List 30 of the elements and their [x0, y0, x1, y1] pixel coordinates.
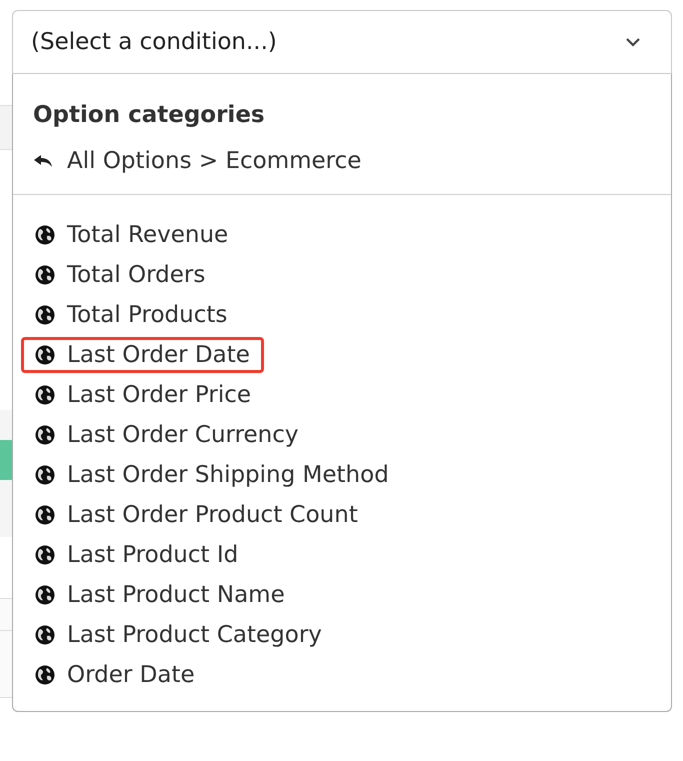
menu-item[interactable]: Last Order Shipping Method — [21, 457, 403, 493]
globe-icon — [35, 585, 55, 605]
menu-item[interactable]: Last Order Currency — [21, 417, 313, 453]
chevron-down-icon — [625, 37, 641, 47]
globe-icon — [35, 225, 55, 245]
globe-icon — [35, 505, 55, 525]
globe-icon — [35, 425, 55, 445]
menu-item[interactable]: Last Product Category — [21, 617, 336, 653]
breadcrumb-link[interactable]: All Options > Ecommerce — [33, 146, 362, 176]
globe-icon — [35, 305, 55, 325]
globe-icon — [35, 465, 55, 485]
back-arrow-icon — [33, 154, 53, 168]
menu-item[interactable]: Total Orders — [21, 257, 220, 293]
menu-item[interactable]: Total Products — [21, 297, 242, 333]
menu-heading: Option categories — [33, 101, 265, 130]
menu-item[interactable]: Last Product Name — [21, 577, 299, 613]
globe-icon — [35, 385, 55, 405]
menu-item[interactable]: Order Date — [21, 657, 209, 693]
globe-icon — [35, 345, 55, 365]
condition-select[interactable]: (Select a condition...) — [12, 10, 672, 74]
globe-icon — [35, 545, 55, 565]
menu-item[interactable]: Last Product Id — [21, 537, 252, 573]
globe-icon — [35, 265, 55, 285]
globe-icon — [35, 665, 55, 685]
status-bar-strip — [0, 440, 12, 480]
menu-item[interactable]: Last Order Price — [21, 377, 265, 413]
menu-item[interactable]: Last Order Date — [21, 337, 264, 373]
menu-item[interactable]: Total Revenue — [21, 217, 242, 253]
menu-item[interactable]: Last Order Product Count — [21, 497, 372, 533]
globe-icon — [35, 625, 55, 645]
